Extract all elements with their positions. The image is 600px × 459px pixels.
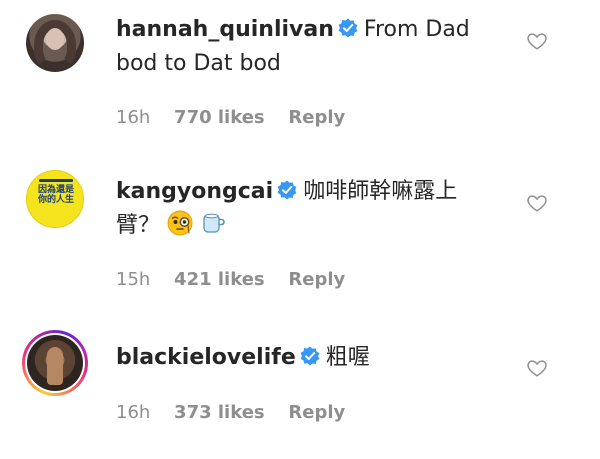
comment-text: 粗喔 bbox=[325, 345, 370, 370]
comment-text: 咖啡師幹嘛露上 bbox=[303, 179, 458, 204]
coffee-mug-emoji-icon bbox=[203, 213, 225, 233]
avatar-face bbox=[46, 28, 64, 50]
reply-button[interactable]: Reply bbox=[288, 107, 345, 128]
comment-meta: 16h 373 likes Reply bbox=[116, 401, 363, 425]
likes-count[interactable]: 421 likes bbox=[174, 269, 265, 290]
comment-line: bod to Dat bod bbox=[116, 48, 281, 80]
comment-meta: 15h 421 likes Reply bbox=[116, 268, 363, 292]
heart-icon[interactable] bbox=[526, 192, 548, 214]
comment-line: 臂？ bbox=[116, 210, 226, 242]
heart-icon[interactable] bbox=[526, 30, 548, 52]
comment-text: bod to Dat bod bbox=[116, 51, 281, 76]
avatar[interactable] bbox=[27, 335, 83, 391]
comment-text: From Dad bbox=[363, 17, 470, 42]
reply-button[interactable]: Reply bbox=[288, 402, 345, 423]
face-with-monocle-emoji-icon bbox=[167, 210, 193, 236]
likes-count[interactable]: 373 likes bbox=[174, 402, 265, 423]
username[interactable]: kangyongcai bbox=[116, 179, 273, 204]
verified-badge-icon bbox=[338, 18, 358, 38]
username[interactable]: hannah_quinlivan bbox=[116, 17, 334, 42]
verified-badge-icon bbox=[300, 346, 320, 366]
avatar-book-top bbox=[39, 179, 73, 182]
heart-icon[interactable] bbox=[526, 357, 548, 379]
comment-time: 16h bbox=[116, 402, 151, 423]
username[interactable]: blackielovelife bbox=[116, 345, 296, 370]
avatar-figure bbox=[47, 347, 63, 385]
comment-line: blackielovelife 粗喔 bbox=[116, 342, 370, 374]
comment-time: 16h bbox=[116, 107, 151, 128]
reply-button[interactable]: Reply bbox=[288, 269, 345, 290]
avatar[interactable]: 因為還是你的人生 bbox=[26, 170, 84, 228]
avatar[interactable] bbox=[26, 14, 84, 72]
comment-line: hannah_quinlivan From Dad bbox=[116, 14, 470, 46]
comment-text: 臂？ bbox=[116, 213, 161, 238]
comment-time: 15h bbox=[116, 269, 151, 290]
comment-line: kangyongcai 咖啡師幹嘛露上 bbox=[116, 176, 457, 208]
avatar-book-text: 因為還是你的人生 bbox=[37, 185, 74, 205]
comment-meta: 16h 770 likes Reply bbox=[116, 106, 363, 130]
verified-badge-icon bbox=[277, 180, 297, 200]
likes-count[interactable]: 770 likes bbox=[174, 107, 265, 128]
